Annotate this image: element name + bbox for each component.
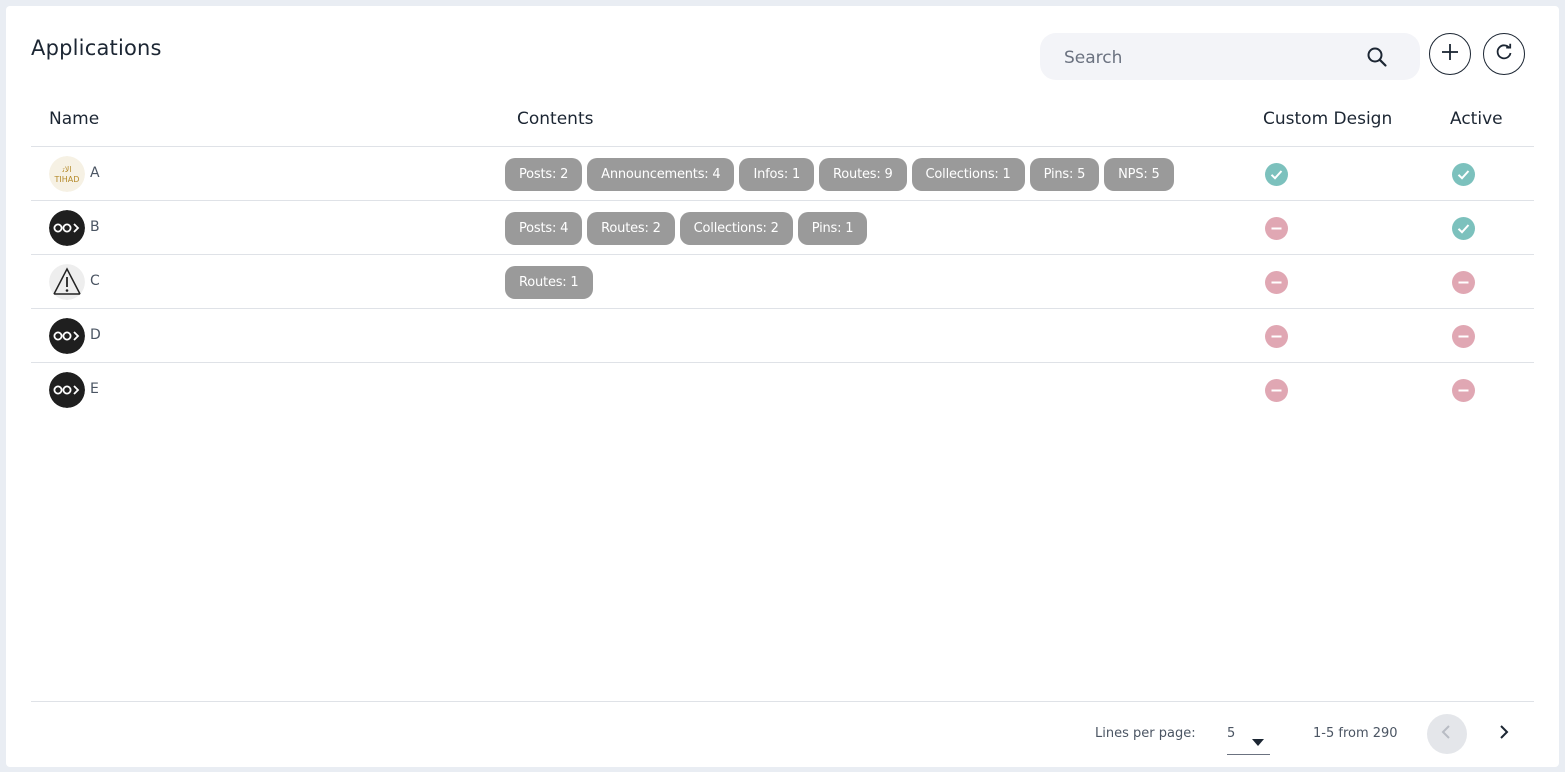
lines-per-page-value: 5 bbox=[1227, 726, 1236, 741]
content-chip: Posts: 4 bbox=[505, 212, 583, 245]
content-chip: Posts: 2 bbox=[505, 158, 583, 191]
check-circle-icon bbox=[1452, 217, 1475, 240]
footer-divider bbox=[31, 701, 1534, 702]
page-title: Applications bbox=[31, 36, 162, 60]
lines-per-page-label: Lines per page: bbox=[1095, 726, 1196, 741]
content-chip: Announcements: 4 bbox=[587, 158, 735, 191]
refresh-icon bbox=[1494, 42, 1514, 66]
minus-circle-icon bbox=[1452, 271, 1475, 294]
plus-icon bbox=[1440, 42, 1460, 66]
table-row[interactable]: D bbox=[31, 309, 1534, 363]
check-circle-icon bbox=[1265, 163, 1288, 186]
app-name: C bbox=[90, 273, 100, 289]
app-name: A bbox=[90, 165, 100, 181]
content-chip: NPS: 5 bbox=[1104, 158, 1174, 191]
check-circle-icon bbox=[1452, 163, 1475, 186]
warning-icon bbox=[49, 264, 85, 300]
table-row[interactable]: ﺍﻻﺗ TIHAD A Posts: 2 Announcements: 4 Infos: … bbox=[31, 147, 1534, 201]
app-avatar: ﺍﻻﺗ TIHAD bbox=[49, 156, 85, 192]
search-icon[interactable] bbox=[1366, 46, 1388, 68]
chevron-left-icon bbox=[1440, 724, 1454, 744]
next-page-button[interactable] bbox=[1483, 714, 1523, 754]
app-name: B bbox=[90, 219, 100, 235]
content-chip: Pins: 5 bbox=[1029, 158, 1100, 191]
table-row[interactable]: B Posts: 4 Routes: 2 Collections: 2 Pins: 1 bbox=[31, 201, 1534, 255]
app-avatar bbox=[49, 372, 85, 408]
lines-per-page-select[interactable]: 5 bbox=[1227, 722, 1270, 755]
applications-card: Applications Name Contents Custom Design… bbox=[6, 6, 1559, 767]
content-chip: Routes: 1 bbox=[505, 266, 593, 299]
table-row[interactable]: E bbox=[31, 363, 1534, 417]
caret-down-icon bbox=[1252, 732, 1264, 751]
minus-circle-icon bbox=[1265, 325, 1288, 348]
refresh-button[interactable] bbox=[1483, 33, 1525, 75]
content-chip: Collections: 1 bbox=[911, 158, 1025, 191]
minus-circle-icon bbox=[1452, 379, 1475, 402]
add-application-button[interactable] bbox=[1429, 33, 1471, 75]
content-chip: Pins: 1 bbox=[797, 212, 868, 245]
content-chips: Posts: 2 Announcements: 4 Infos: 1 Routes: … bbox=[505, 158, 1174, 191]
content-chip: Routes: 9 bbox=[819, 158, 907, 191]
column-header-contents[interactable]: Contents bbox=[517, 109, 593, 129]
content-chips: Posts: 4 Routes: 2 Collections: 2 Pins: 1 bbox=[505, 212, 868, 245]
chevron-right-icon bbox=[1496, 724, 1510, 744]
minus-circle-icon bbox=[1452, 325, 1475, 348]
search-box[interactable] bbox=[1040, 33, 1420, 80]
search-input[interactable] bbox=[1062, 45, 1356, 71]
minus-circle-icon bbox=[1265, 379, 1288, 402]
app-name: D bbox=[90, 327, 101, 343]
app-avatar bbox=[49, 318, 85, 354]
content-chip: Infos: 1 bbox=[739, 158, 815, 191]
minus-circle-icon bbox=[1265, 217, 1288, 240]
svg-text:TIHAD: TIHAD bbox=[54, 175, 80, 184]
svg-text:ﺍﻻﺗ: ﺍﻻﺗ bbox=[61, 165, 71, 174]
pagination-range: 1-5 from 290 bbox=[1313, 726, 1398, 741]
content-chips: Routes: 1 bbox=[505, 266, 593, 299]
content-chip: Routes: 2 bbox=[587, 212, 675, 245]
column-header-name[interactable]: Name bbox=[49, 109, 99, 129]
app-name: E bbox=[90, 381, 99, 397]
previous-page-button[interactable] bbox=[1427, 714, 1467, 754]
column-header-custom-design[interactable]: Custom Design bbox=[1263, 109, 1392, 129]
content-chip: Collections: 2 bbox=[679, 212, 793, 245]
minus-circle-icon bbox=[1265, 271, 1288, 294]
app-avatar bbox=[49, 210, 85, 246]
column-header-active[interactable]: Active bbox=[1450, 109, 1503, 129]
table-row[interactable]: C Routes: 1 bbox=[31, 255, 1534, 309]
